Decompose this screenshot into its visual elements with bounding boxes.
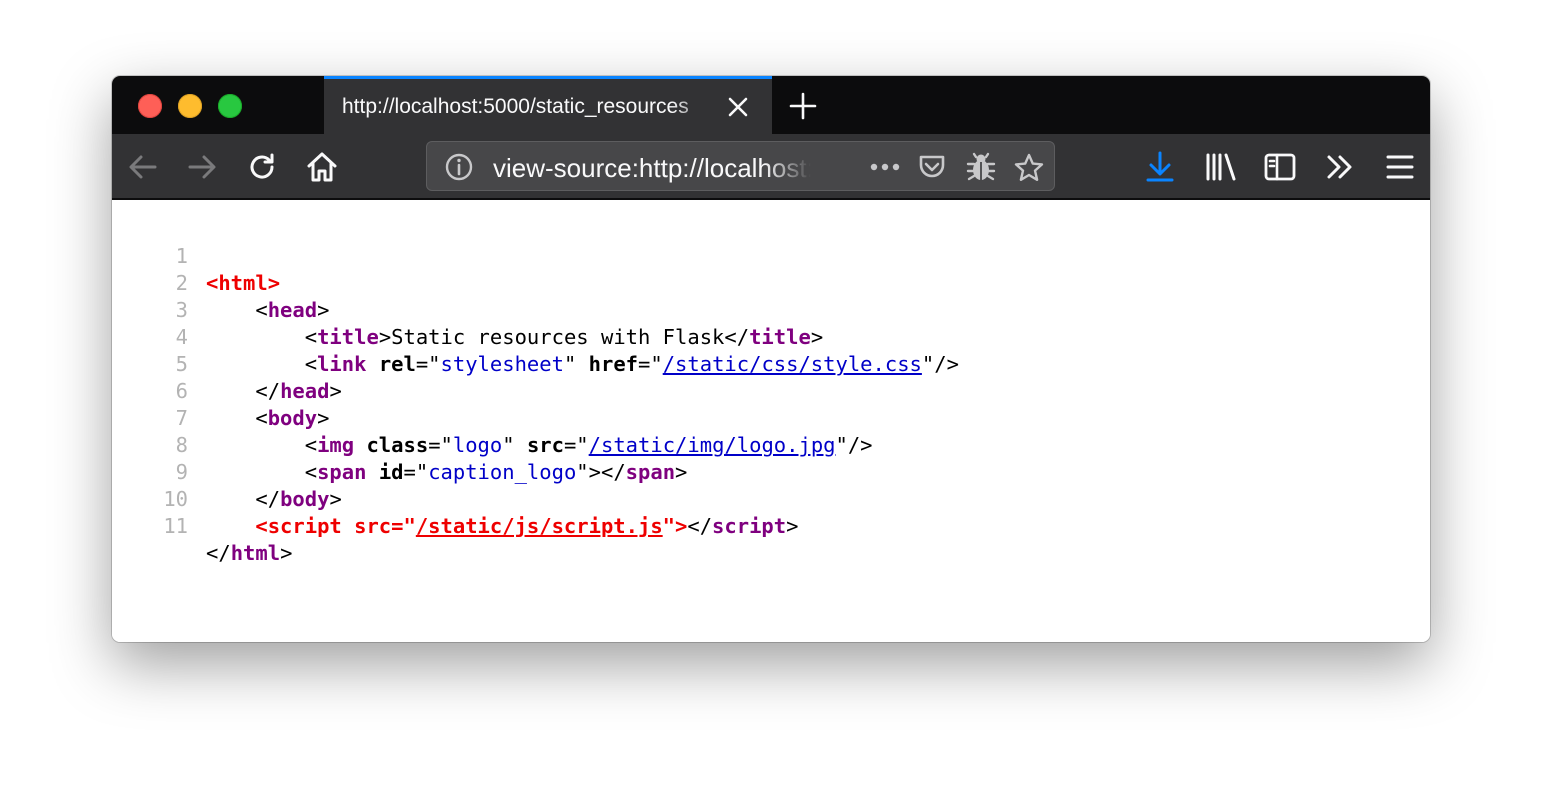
more-icon[interactable] — [868, 152, 900, 182]
reload-icon[interactable] — [245, 150, 279, 184]
close-window-button[interactable] — [138, 94, 162, 118]
tag-name: script — [712, 514, 787, 538]
hamburger-menu-icon[interactable] — [1383, 150, 1417, 184]
source-line: 7 <img class="logo" src="/static/img/log… — [112, 378, 1430, 457]
page-content: 1 <html> 2 <head> 3 <title>Static resour… — [112, 200, 1430, 642]
line-number: 11 — [163, 514, 188, 538]
url-bar[interactable]: view-source:http://localhost:5000/static… — [426, 141, 1055, 191]
arrow-left-icon[interactable] — [126, 150, 160, 184]
tag-name: html — [230, 541, 281, 565]
close-tab-icon[interactable] — [727, 96, 749, 118]
sidebar-icon[interactable] — [1263, 150, 1297, 184]
url-text[interactable]: view-source:http://localhost:5000/static… — [493, 153, 811, 184]
tab-strip: http://localhost:5000/static_resources — [112, 76, 1430, 134]
source-line: 1 <html> — [112, 216, 1430, 295]
info-icon[interactable] — [444, 152, 474, 182]
plus-icon — [789, 92, 817, 120]
navigation-toolbar: view-source:http://localhost:5000/static… — [112, 134, 1430, 200]
browser-window: http://localhost:5000/static_resources v… — [112, 76, 1430, 642]
home-icon[interactable] — [305, 150, 339, 184]
zoom-window-button[interactable] — [218, 94, 242, 118]
source-line: 5 </head> — [112, 324, 1430, 403]
minimize-window-button[interactable] — [178, 94, 202, 118]
new-tab-button[interactable] — [788, 91, 818, 121]
source-code: 1 <html> 2 <head> 3 <title>Static resour… — [112, 216, 1430, 565]
library-icon[interactable] — [1203, 150, 1237, 184]
source-line: 9 </body> — [112, 432, 1430, 511]
source-line: 2 <head> — [112, 243, 1430, 322]
error-tag-close: "> — [662, 514, 688, 538]
pocket-icon[interactable] — [917, 152, 947, 182]
source-line: 8 <span id="caption_logo"></span> — [112, 405, 1430, 484]
source-line: 10 <script src="/static/js/script.js"></… — [112, 459, 1430, 538]
source-line: 6 <body> — [112, 351, 1430, 430]
tab-title: http://localhost:5000/static_resources — [342, 95, 689, 118]
download-icon[interactable] — [1143, 150, 1177, 184]
source-link[interactable]: /static/js/script.js — [416, 514, 663, 538]
chevrons-right-icon[interactable] — [1323, 150, 1357, 184]
star-icon[interactable] — [1013, 152, 1044, 182]
source-line: 3 <title>Static resources with Flask</ti… — [112, 270, 1430, 349]
tab-active[interactable]: http://localhost:5000/static_resources — [324, 76, 772, 134]
source-line: 4 <link rel="stylesheet" href="/static/c… — [112, 297, 1430, 376]
bug-icon[interactable] — [965, 152, 996, 182]
arrow-right-icon[interactable] — [185, 150, 219, 184]
error-tag-open: <script src=" — [255, 514, 416, 538]
source-line: 11 </html> — [112, 486, 1430, 565]
